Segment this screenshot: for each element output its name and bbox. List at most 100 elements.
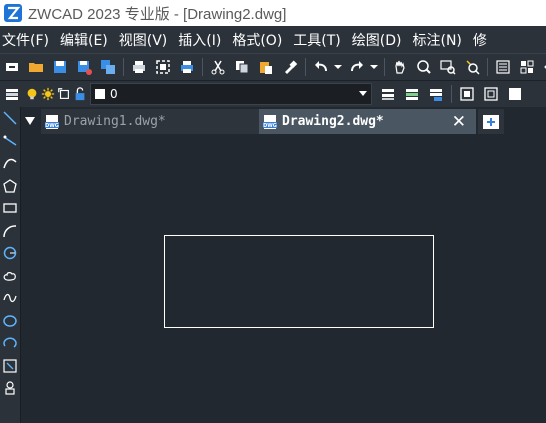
layer-manager-button[interactable] bbox=[2, 84, 22, 104]
zoom-previous-button[interactable] bbox=[462, 57, 482, 77]
zoom-window-button[interactable] bbox=[438, 57, 458, 77]
menu-draw[interactable]: 绘图(D) bbox=[350, 30, 411, 50]
cut-icon bbox=[211, 60, 225, 75]
linetype-control-button[interactable] bbox=[481, 84, 501, 104]
layer-color-swatch bbox=[95, 89, 105, 99]
spline-tool[interactable] bbox=[0, 287, 20, 310]
menu-format[interactable]: 格式(O) bbox=[230, 30, 291, 50]
menu-edit[interactable]: 编辑(E) bbox=[58, 30, 117, 50]
arc-icon bbox=[3, 224, 17, 237]
save-all-button[interactable] bbox=[98, 57, 118, 77]
layer-isolate-button[interactable] bbox=[426, 84, 446, 104]
design-center-icon bbox=[520, 60, 534, 74]
cut-button[interactable] bbox=[208, 57, 228, 77]
lineweight-control-button[interactable] bbox=[505, 84, 525, 104]
unlock-icon bbox=[75, 87, 85, 101]
standard-toolbar bbox=[0, 53, 546, 80]
toolbar-separator bbox=[202, 58, 203, 76]
layer-dropdown[interactable]: 0 bbox=[90, 83, 372, 105]
toolbar-separator bbox=[487, 58, 488, 76]
pan-button[interactable] bbox=[390, 57, 410, 77]
layer-on-toggle[interactable] bbox=[25, 84, 39, 104]
menu-tools[interactable]: 工具(T) bbox=[291, 30, 349, 50]
print-button[interactable] bbox=[129, 57, 149, 77]
print-preview-icon bbox=[156, 60, 170, 74]
ellipse-arc-tool[interactable] bbox=[0, 332, 20, 355]
layer-previous-button[interactable] bbox=[402, 84, 422, 104]
make-current-layer-icon bbox=[382, 89, 394, 100]
ray-tool[interactable] bbox=[0, 130, 20, 153]
layer-states-button[interactable] bbox=[541, 57, 546, 77]
print-preview-button[interactable] bbox=[153, 57, 173, 77]
make-object-layer-current-button[interactable] bbox=[378, 84, 398, 104]
copy-button[interactable] bbox=[232, 57, 252, 77]
zoom-window-icon bbox=[440, 60, 456, 75]
layer-freeze-toggle[interactable] bbox=[41, 84, 55, 104]
undo-button[interactable] bbox=[311, 57, 331, 77]
close-icon[interactable]: ✕ bbox=[452, 112, 466, 132]
insert-block-tool[interactable] bbox=[0, 355, 20, 378]
save-all-icon bbox=[101, 60, 115, 74]
redo-icon bbox=[351, 61, 363, 72]
revcloud-tool[interactable] bbox=[0, 265, 20, 288]
tab-drawing1[interactable]: DWG Drawing1.dwg* bbox=[41, 109, 259, 134]
new-tab-button[interactable] bbox=[478, 109, 504, 134]
revision-cloud-icon bbox=[3, 271, 16, 281]
circle-tool[interactable] bbox=[0, 242, 20, 265]
polyline-tool[interactable] bbox=[0, 152, 20, 175]
toolbar-separator bbox=[305, 58, 306, 76]
spline-icon bbox=[3, 294, 17, 303]
design-center-button[interactable] bbox=[517, 57, 537, 77]
match-properties-button[interactable] bbox=[280, 57, 300, 77]
layer-isolate-icon bbox=[430, 89, 442, 101]
toolbar-separator bbox=[123, 58, 124, 76]
drawing-canvas[interactable] bbox=[21, 134, 546, 423]
polygon-tool[interactable] bbox=[0, 175, 20, 198]
menu-view[interactable]: 视图(V) bbox=[117, 30, 177, 50]
tab-drawing2[interactable]: DWG Drawing2.dwg* ✕ bbox=[259, 109, 476, 134]
save-as-button[interactable] bbox=[74, 57, 94, 77]
layer-manager-icon bbox=[6, 89, 18, 100]
tab-label: Drawing1.dwg* bbox=[64, 114, 166, 129]
new-button[interactable] bbox=[2, 57, 22, 77]
document-tab-bar: DWG Drawing1.dwg* DWG Drawing2.dwg* ✕ bbox=[21, 108, 546, 134]
zoom-realtime-button[interactable] bbox=[414, 57, 434, 77]
layer-lock-toggle[interactable] bbox=[73, 84, 87, 104]
open-button[interactable] bbox=[26, 57, 46, 77]
redo-dropdown-caret[interactable] bbox=[370, 65, 378, 69]
layer-viewport-freeze-toggle[interactable] bbox=[57, 84, 71, 104]
copy-icon bbox=[236, 61, 249, 74]
menu-insert[interactable]: 插入(I) bbox=[176, 30, 230, 50]
plot-icon bbox=[181, 61, 193, 73]
svg-text:DWG: DWG bbox=[45, 123, 59, 129]
polyline-icon bbox=[3, 159, 17, 169]
menu-bar: 文件(F) 编辑(E) 视图(V) 插入(I) 格式(O) 工具(T) 绘图(D… bbox=[0, 26, 546, 53]
undo-icon bbox=[315, 61, 327, 72]
properties-button[interactable] bbox=[493, 57, 513, 77]
rectangle-tool[interactable] bbox=[0, 197, 20, 220]
make-block-icon bbox=[5, 381, 15, 395]
color-control-button[interactable] bbox=[457, 84, 477, 104]
properties-icon bbox=[496, 60, 510, 74]
tab-list-dropdown-icon[interactable] bbox=[25, 117, 35, 125]
save-as-icon bbox=[78, 61, 92, 75]
ellipse-tool[interactable] bbox=[0, 310, 20, 333]
title-bar: ZWCAD 2023 专业版 - [Drawing2.dwg] bbox=[0, 0, 546, 26]
arc-tool[interactable] bbox=[0, 220, 20, 243]
zoom-realtime-icon bbox=[417, 60, 431, 74]
save-icon bbox=[54, 61, 66, 73]
menu-modify[interactable]: 修 bbox=[471, 30, 496, 50]
save-button[interactable] bbox=[50, 57, 70, 77]
menu-file[interactable]: 文件(F) bbox=[0, 30, 58, 50]
paste-button[interactable] bbox=[256, 57, 276, 77]
undo-dropdown-caret[interactable] bbox=[334, 65, 342, 69]
make-block-tool[interactable] bbox=[0, 377, 20, 400]
plot-button[interactable] bbox=[177, 57, 197, 77]
line-tool[interactable] bbox=[0, 107, 20, 130]
current-layer-name: 0 bbox=[110, 87, 118, 101]
rectangle-icon bbox=[3, 203, 17, 213]
redo-button[interactable] bbox=[347, 57, 367, 77]
menu-dimension[interactable]: 标注(N) bbox=[411, 30, 471, 50]
drawn-rectangle[interactable] bbox=[164, 235, 434, 328]
open-icon bbox=[29, 63, 43, 72]
